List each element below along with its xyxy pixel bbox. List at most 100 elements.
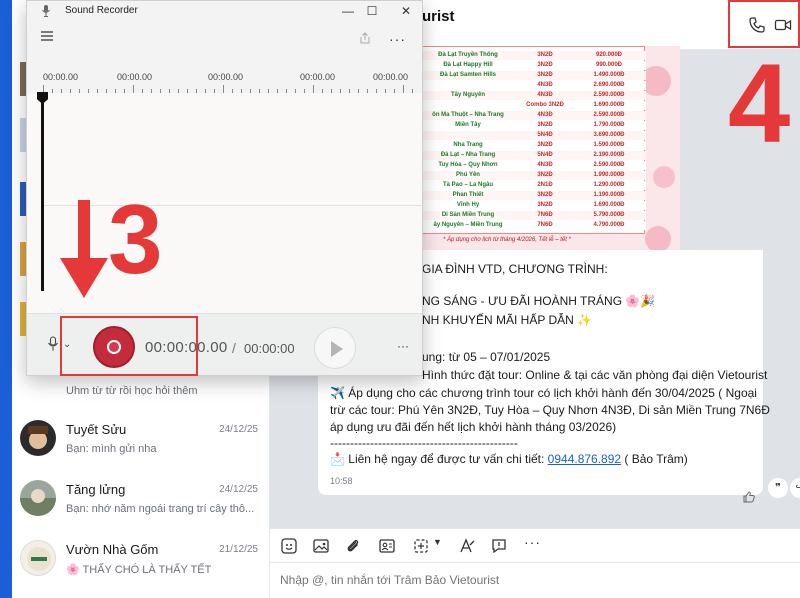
tour-destination: Đà Lạt Samten Hills	[439, 72, 496, 78]
tour-destination: Miền Tây	[455, 122, 481, 128]
more-options-icon[interactable]: ···	[524, 534, 541, 550]
time-separator: /	[232, 340, 236, 356]
conversation-item[interactable]: Tuyết Sửu 24/12/25 Bạn: mình gửi nha	[12, 414, 270, 474]
tour-duration: 3N2Đ	[537, 62, 553, 68]
play-button[interactable]	[314, 327, 356, 369]
contact-card-icon[interactable]	[378, 537, 396, 555]
step-number-annotation: 3	[108, 184, 163, 294]
tour-destination: Nha Trang	[453, 142, 483, 148]
title-bar[interactable]: Sound Recorder — ☐ ✕	[27, 1, 422, 21]
microphone-icon[interactable]	[47, 336, 59, 352]
message-text: GIA ĐÌNH VTD, CHƯƠNG TRÌNH:	[422, 262, 608, 276]
video-call-icon[interactable]	[774, 16, 792, 34]
phone-link[interactable]: 0944.876.892	[548, 452, 621, 466]
playhead[interactable]	[41, 101, 44, 291]
ruler-tick	[403, 85, 404, 93]
message-divider: ----------------------------------------…	[330, 436, 518, 450]
tour-duration: 3N2Đ	[537, 172, 553, 178]
ruler-tick	[133, 85, 134, 93]
avatar	[20, 420, 56, 456]
timeline-label: 00:00.00	[43, 72, 79, 82]
tour-duration: 3N2Đ	[537, 202, 553, 208]
tour-destination: Đà Lạt Truyền Thống	[438, 52, 498, 58]
tour-row: Đà Lạt Samten Hills 3N2Đ 1.490.000Đ	[416, 71, 646, 80]
attachment-icon[interactable]	[344, 537, 362, 555]
tour-destination: Đà Lạt Happy Hill	[443, 62, 493, 68]
tour-duration: 3N2Đ	[537, 192, 553, 198]
tour-duration: 4N3Đ	[537, 112, 553, 118]
tour-duration: Combo 3N2Đ	[526, 102, 564, 108]
text-format-icon[interactable]	[458, 537, 476, 555]
tour-price-banner[interactable]: Đà Lạt Truyền Thống 3N2Đ 920.000Đ Đà Lạt Ha…	[403, 46, 680, 252]
tour-row: Miền Tây 3N2Đ 1.790.000Đ	[416, 121, 646, 130]
tour-price: 2.590.000Đ	[593, 162, 625, 168]
screenshot-icon[interactable]	[412, 537, 430, 555]
tour-price: 2.690.000Đ	[593, 82, 625, 88]
tour-price: 920.000Đ	[595, 52, 623, 58]
tour-duration: 3N2Đ	[537, 122, 553, 128]
phone-call-icon[interactable]	[748, 16, 766, 34]
tour-duration: 5N4Đ	[537, 152, 553, 158]
close-button[interactable]: ✕	[391, 1, 421, 21]
contact-suffix: ( Bảo Trâm)	[621, 452, 688, 466]
microphone-app-icon	[42, 5, 50, 17]
maximize-button[interactable]: ☐	[357, 1, 387, 21]
banner-footer: * Áp dụng cho lịch từ tháng 4/2026, Tết …	[443, 237, 571, 243]
tour-duration: 3N2Đ	[537, 142, 553, 148]
conversation-name: Tuyết Sửu	[66, 422, 127, 437]
more-options-icon[interactable]: ···	[397, 339, 409, 353]
share-icon[interactable]	[359, 32, 371, 44]
tour-row: Tuy Hòa – Quy Nhơn 4N3Đ 2.590.000Đ	[416, 161, 646, 170]
hamburger-menu-icon[interactable]	[41, 31, 53, 41]
tour-duration: 5N4Đ	[537, 132, 553, 138]
like-icon[interactable]	[742, 490, 756, 504]
tour-row: 5N4Đ 3.690.000Đ	[416, 131, 646, 140]
timeline-label: 00:00.00	[300, 72, 336, 82]
tour-duration: 4N3Đ	[537, 82, 553, 88]
record-highlight-box	[60, 316, 198, 376]
quote-icon[interactable]: ❞	[768, 478, 788, 498]
more-options-icon[interactable]: ···	[389, 31, 406, 47]
tour-price: 4.790.000Đ	[593, 222, 625, 228]
window-title: Sound Recorder	[65, 5, 138, 16]
tour-row: Combo 3N2Đ 1.690.000Đ	[416, 101, 646, 110]
quick-message-icon[interactable]	[490, 537, 508, 555]
message-contact: 📩 Liên hệ ngay để được tư vấn chi tiết: …	[330, 452, 688, 466]
message-input[interactable]	[280, 573, 780, 587]
step-number-annotation: 4	[728, 41, 791, 166]
tour-destination: Phú Yên	[456, 172, 480, 178]
sticker-icon[interactable]	[280, 537, 298, 555]
message-text: NH KHUYẾN MÃI HẤP DẪN ✨	[422, 313, 593, 327]
tour-duration: 4N3Đ	[537, 92, 553, 98]
conversation-item[interactable]: Vườn Nhà Gốm 21/12/25 🌸 THẤY CHÓ LÀ THẤY…	[12, 534, 270, 594]
tour-destination: ôn Ma Thuột – Nha Trang	[432, 112, 504, 118]
conversation-item[interactable]: Tăng lửng 24/12/25 Bạn: nhớ năm ngoái tr…	[12, 474, 270, 534]
tour-row: Đà Lạt Truyền Thống 3N2Đ 920.000Đ	[416, 51, 646, 60]
tour-duration: 7N6Đ	[537, 222, 553, 228]
blossom-decoration	[645, 226, 671, 252]
image-icon[interactable]	[312, 537, 330, 555]
conversation-preview: Uhm từ từ rồi học hỏi thêm	[66, 385, 198, 397]
tour-price: 1.290.000Đ	[593, 182, 625, 188]
chevron-down-icon[interactable]: ▼	[433, 537, 442, 547]
message-text: ung: từ 05 – 07/01/2025	[422, 350, 551, 364]
tour-price: 2.590.000Đ	[593, 92, 625, 98]
conversation-date: 21/12/25	[219, 544, 258, 555]
app-nav-strip	[0, 0, 12, 598]
tour-destination: Phan Thiết	[452, 192, 484, 198]
blossom-decoration	[653, 166, 675, 188]
play-icon	[331, 341, 343, 357]
tour-row: Di Sản Miền Trung 7N6Đ 5.790.000Đ	[416, 211, 646, 220]
tour-price: 1.690.000Đ	[593, 202, 625, 208]
message-time: 10:58	[330, 476, 353, 486]
message-text: ✈️ Áp dụng cho các chương trình tour có …	[330, 386, 757, 400]
tour-row: Tà Pao – La Ngâu 2N1Đ 1.290.000Đ	[416, 181, 646, 190]
message-toolbar: ▼ ···	[270, 528, 800, 562]
conversation-name: Tăng lửng	[66, 482, 126, 497]
tour-row: ôn Ma Thuột – Nha Trang 4N3Đ 2.590.000Đ	[416, 111, 646, 120]
conversation-preview: 🌸 THẤY CHÓ LÀ THẤY TẾT	[66, 564, 212, 576]
tour-row: Tây Nguyên 4N3Đ 2.590.000Đ	[416, 91, 646, 100]
timeline-label: 00:00.00	[117, 72, 153, 82]
tour-price: 1.990.000Đ	[593, 172, 625, 178]
tour-row: Đà Lạt – Nha Trang 5N4Đ 2.190.000Đ	[416, 151, 646, 160]
